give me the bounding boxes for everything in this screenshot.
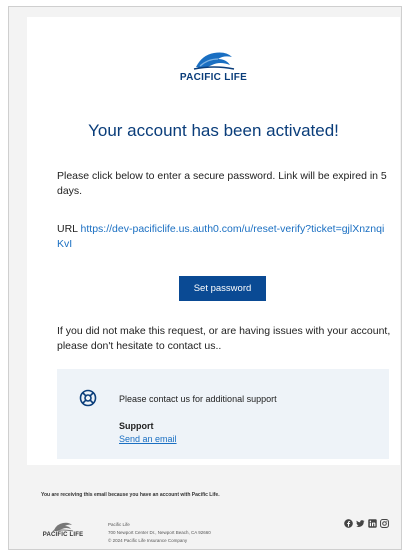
whale-tail-icon [193,52,234,70]
address-line: 700 Newport Center Dr., Newport Beach, C… [108,530,211,535]
linkedin-icon[interactable] [367,518,377,528]
logo-text: PACIFIC LIFE [179,72,248,83]
instagram-icon[interactable] [379,518,389,528]
footer-logo-text: PACIFIC LIFE [42,532,84,538]
address-line: Pacific Life [108,522,130,527]
send-email-link[interactable]: Send an email [119,434,177,444]
footer-whale-tail-icon [52,522,74,532]
page-title: Your account has been activated! [88,121,339,140]
email-frame: PACIFIC LIFE Your account has been activ… [8,6,402,550]
address-line: © 2024 Pacific Life Insurance Company [108,538,188,543]
footer-logo: PACIFIC LIFE [40,520,86,538]
facebook-icon[interactable] [343,518,353,528]
footer-note: You are receiving this email because you… [41,492,220,498]
twitter-icon[interactable] [355,518,365,528]
support-message: Please contact us for additional support [119,394,277,404]
support-title: Support [119,421,154,431]
intro-text: Please click below to enter a secure pas… [57,170,387,197]
set-password-button[interactable]: Set password [179,276,266,301]
footer-address: Pacific Life 700 Newport Center Dr., New… [108,521,211,545]
email-card: PACIFIC LIFE Your account has been activ… [27,17,400,465]
url-label: URL [57,223,78,235]
support-box: Please contact us for additional support… [57,369,389,459]
reset-url-link[interactable]: https://dev-pacificlife.us.auth0.com/u/r… [57,223,384,250]
notice-text: If you did not make this request, or are… [57,325,391,352]
url-block: URL https://dev-pacificlife.us.auth0.com… [57,222,387,252]
pacific-life-logo: PACIFIC LIFE [27,47,400,83]
lifebuoy-icon [79,389,97,407]
social-links [343,518,389,528]
